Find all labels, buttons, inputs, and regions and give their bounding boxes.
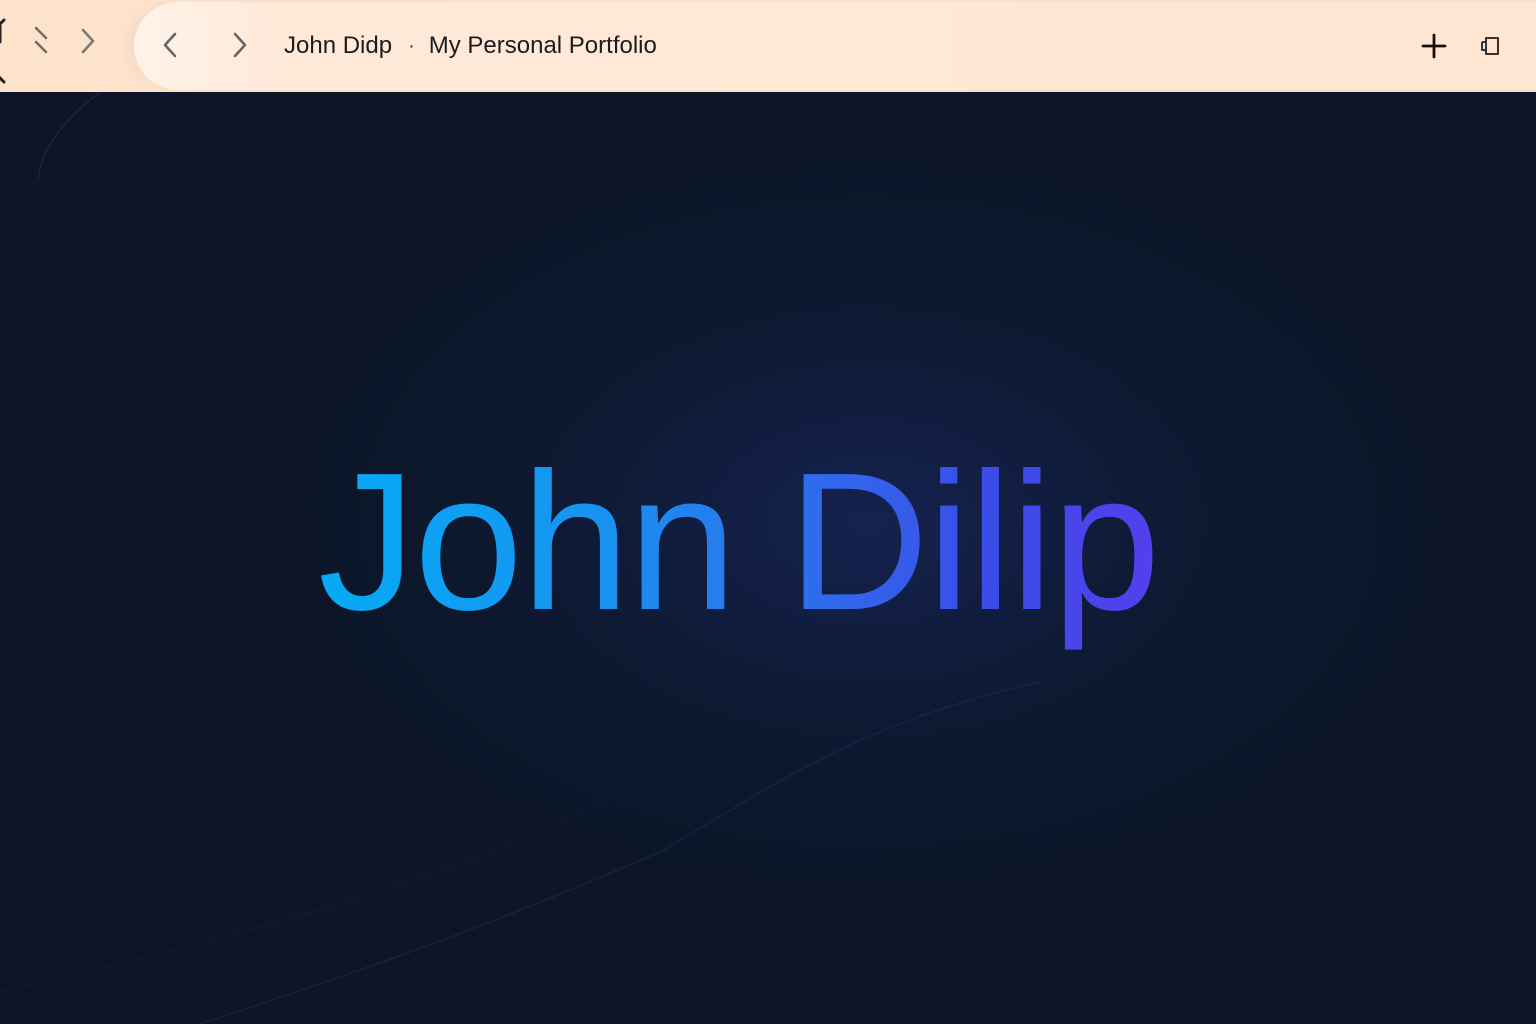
chevron-lines-icon: [34, 26, 48, 54]
chevron-right-icon: [233, 32, 247, 58]
outer-back-button[interactable]: [26, 26, 56, 56]
back-button[interactable]: [154, 28, 188, 62]
chevron-left-icon: [163, 32, 177, 58]
tab-title-name: John Didp: [284, 32, 393, 59]
forward-button[interactable]: [222, 28, 256, 62]
portfolio-page: John Dilip: [0, 92, 1536, 1024]
window-button[interactable]: [1472, 28, 1508, 64]
tab-title-separator: ·: [408, 34, 415, 57]
plus-icon: [1421, 33, 1447, 59]
new-tab-button[interactable]: [1416, 28, 1452, 64]
outer-nav-area: [0, 0, 140, 92]
window-edge-icon: [0, 18, 6, 84]
tab-title[interactable]: John Didp · My Personal Portfolio: [284, 30, 657, 62]
hero-name: John Dilip: [318, 432, 1218, 652]
browser-toolbar: John Didp · My Personal Portfolio: [0, 0, 1536, 92]
tab-title-subtitle: My Personal Portfolio: [428, 32, 657, 59]
chevron-right-icon: [81, 28, 95, 54]
outer-forward-button[interactable]: [72, 26, 102, 56]
browser-window: John Didp · My Personal Portfolio John D…: [0, 0, 1536, 1024]
restore-window-icon: [1481, 37, 1499, 55]
